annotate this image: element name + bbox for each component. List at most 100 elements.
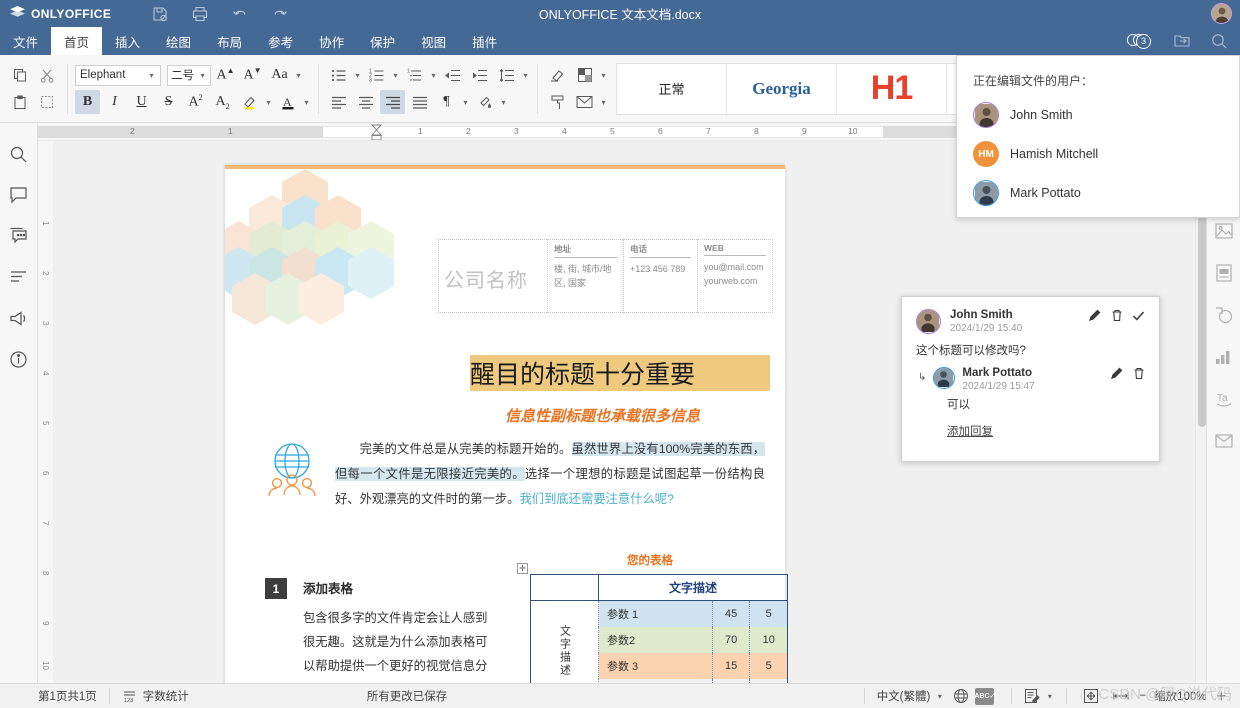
copy-style-icon[interactable] <box>35 90 60 114</box>
document-subtitle[interactable]: 信息性副标题也承载很多信息 <box>505 405 795 426</box>
indent-marker[interactable] <box>371 124 382 140</box>
track-changes-button[interactable]: ▾ <box>1021 685 1057 707</box>
chevron-down-icon[interactable]: ▾ <box>499 91 508 113</box>
menu-tab-draw[interactable]: 绘图 <box>153 27 204 55</box>
table-move-handle[interactable]: ✛ <box>517 563 528 574</box>
borders-icon[interactable] <box>572 63 597 87</box>
align-center-icon[interactable] <box>353 90 378 114</box>
paragraph-settings-icon[interactable] <box>1214 263 1234 283</box>
search-icon[interactable] <box>1210 32 1228 50</box>
comment-popup[interactable]: John Smith 2024/1/29 15:40 这个标题可以修改吗? ↳ <box>901 296 1160 462</box>
spell-checking-icon[interactable]: ABC✓ <box>975 688 994 705</box>
redo-icon[interactable] <box>271 5 289 23</box>
chevron-down-icon[interactable]: ▾ <box>521 64 530 86</box>
style-heading-1[interactable]: H1 <box>837 64 947 114</box>
shape-settings-icon[interactable] <box>1214 305 1234 325</box>
header-table[interactable]: 公司名称 地址 楼, 街, 城市/地区, 国家 电话 +123 456 789 … <box>438 239 773 313</box>
chat-icon[interactable] <box>8 225 30 247</box>
increase-font-size-icon[interactable]: A▲ <box>213 63 238 87</box>
decrease-font-size-icon[interactable]: A▼ <box>240 63 265 87</box>
language-selector[interactable]: 中文(繁體) ▾ <box>874 685 948 707</box>
image-settings-icon[interactable] <box>1214 221 1234 241</box>
menu-tab-layout[interactable]: 布局 <box>204 27 255 55</box>
show-formatting-marks-icon[interactable]: ¶ <box>434 90 459 114</box>
vertical-scrollbar[interactable] <box>1195 141 1206 683</box>
bullet-list-icon[interactable] <box>326 63 351 87</box>
menu-tab-home[interactable]: 首页 <box>51 27 102 55</box>
table-cell-value1[interactable]: 70 <box>712 627 750 653</box>
about-icon[interactable] <box>8 348 30 370</box>
table-corner-cell[interactable] <box>531 575 599 601</box>
current-user-avatar[interactable] <box>1211 3 1232 24</box>
chevron-down-icon[interactable]: ▾ <box>353 64 362 86</box>
print-icon[interactable] <box>191 5 209 23</box>
italic-button[interactable]: I <box>102 90 127 114</box>
open-file-location-icon[interactable] <box>1173 32 1191 50</box>
menu-tab-view[interactable]: 视图 <box>408 27 459 55</box>
feedback-icon[interactable] <box>8 307 30 329</box>
word-count-button[interactable]: 123 字数统计 <box>119 688 192 704</box>
align-left-icon[interactable] <box>326 90 351 114</box>
collaborator-row[interactable]: HM Hamish Mitchell <box>973 141 1239 167</box>
clear-formatting-icon[interactable] <box>545 63 570 87</box>
chevron-down-icon[interactable]: ▾ <box>461 91 470 113</box>
paste-icon[interactable] <box>8 90 33 114</box>
font-color-icon[interactable]: A <box>275 90 300 114</box>
document-paragraph[interactable]: 完美的文件总是从完美的标题开始的。虽然世界上没有100%完美的东西，但每一个文件… <box>335 437 765 512</box>
text-art-settings-icon[interactable]: Ta <box>1214 389 1234 409</box>
headings-icon[interactable] <box>8 266 30 288</box>
section-body-text[interactable]: 包含很多字的文件肯定会让人感到很无趣。这就是为什么添加表格可以帮助提供一个更好的… <box>303 606 488 683</box>
align-justify-icon[interactable] <box>407 90 432 114</box>
section-heading[interactable]: 添加表格 <box>303 578 353 597</box>
menu-tab-references[interactable]: 参考 <box>255 27 306 55</box>
chevron-down-icon[interactable]: ▾ <box>599 91 608 113</box>
zoom-level[interactable]: 缩放100% <box>1154 688 1206 704</box>
set-document-language-icon[interactable] <box>953 688 969 704</box>
search-icon[interactable] <box>8 143 30 165</box>
table-row-label-cell[interactable]: 文字描述 <box>531 601 599 684</box>
scrollbar-thumb[interactable] <box>1198 199 1206 427</box>
table-cell-name[interactable]: 参数2 <box>599 627 713 653</box>
chevron-down-icon[interactable]: ▾ <box>264 91 273 113</box>
highlight-color-icon[interactable] <box>237 90 262 114</box>
table-cell-value2[interactable]: 5 <box>750 601 788 627</box>
vertical-ruler[interactable]: 1 2 3 4 5 6 7 8 9 10 <box>38 141 54 683</box>
table-cell-value1[interactable]: 45 <box>712 601 750 627</box>
style-georgia[interactable]: Georgia <box>727 64 837 114</box>
table-cell-value1[interactable]: 15 <box>712 653 750 679</box>
format-painter-icon[interactable] <box>545 90 570 114</box>
font-size-select[interactable]: 二号 ▾ <box>167 65 211 86</box>
menu-tab-file[interactable]: 文件 <box>0 27 51 55</box>
mail-merge-settings-icon[interactable] <box>1214 431 1234 451</box>
edit-icon[interactable] <box>1110 367 1123 380</box>
table-caption[interactable]: 您的表格 <box>525 552 775 568</box>
document-page[interactable]: 公司名称 地址 楼, 街, 城市/地区, 国家 电话 +123 456 789 … <box>225 165 785 683</box>
comment-icon[interactable] <box>8 184 30 206</box>
increase-indent-icon[interactable] <box>467 63 492 87</box>
zoom-out-button[interactable]: − <box>1136 690 1149 702</box>
company-name-field[interactable]: 公司名称 <box>438 239 548 313</box>
bold-button[interactable]: B <box>75 90 100 114</box>
menu-tab-plugins[interactable]: 插件 <box>459 27 510 55</box>
chart-settings-icon[interactable] <box>1214 347 1234 367</box>
header-address-cell[interactable]: 地址 楼, 街, 城市/地区, 国家 <box>548 239 624 313</box>
page-indicator[interactable]: 第1页共1页 <box>35 688 100 704</box>
chevron-down-icon[interactable]: ▾ <box>294 64 303 86</box>
table-cell-name[interactable]: 参数 1 <box>599 601 713 627</box>
fit-to-width-icon[interactable] <box>1113 688 1129 704</box>
underline-button[interactable]: U <box>129 90 154 114</box>
resolve-icon[interactable] <box>1132 309 1145 322</box>
save-icon[interactable] <box>151 5 169 23</box>
table-cell-value2[interactable]: 10 <box>750 627 788 653</box>
shading-color-icon[interactable] <box>472 90 497 114</box>
cut-icon[interactable] <box>35 63 60 87</box>
chevron-down-icon[interactable]: ▾ <box>599 64 608 86</box>
change-case-icon[interactable]: Aa <box>267 63 292 87</box>
edit-icon[interactable] <box>1088 309 1101 322</box>
chevron-down-icon[interactable]: ▾ <box>429 64 438 86</box>
multilevel-list-icon[interactable]: 1 <box>402 63 427 87</box>
collaborator-row[interactable]: Mark Pottato <box>973 180 1239 206</box>
undo-icon[interactable] <box>231 5 249 23</box>
table-header-cell[interactable]: 文字描述 <box>599 575 788 601</box>
fit-to-page-icon[interactable] <box>1083 688 1099 704</box>
